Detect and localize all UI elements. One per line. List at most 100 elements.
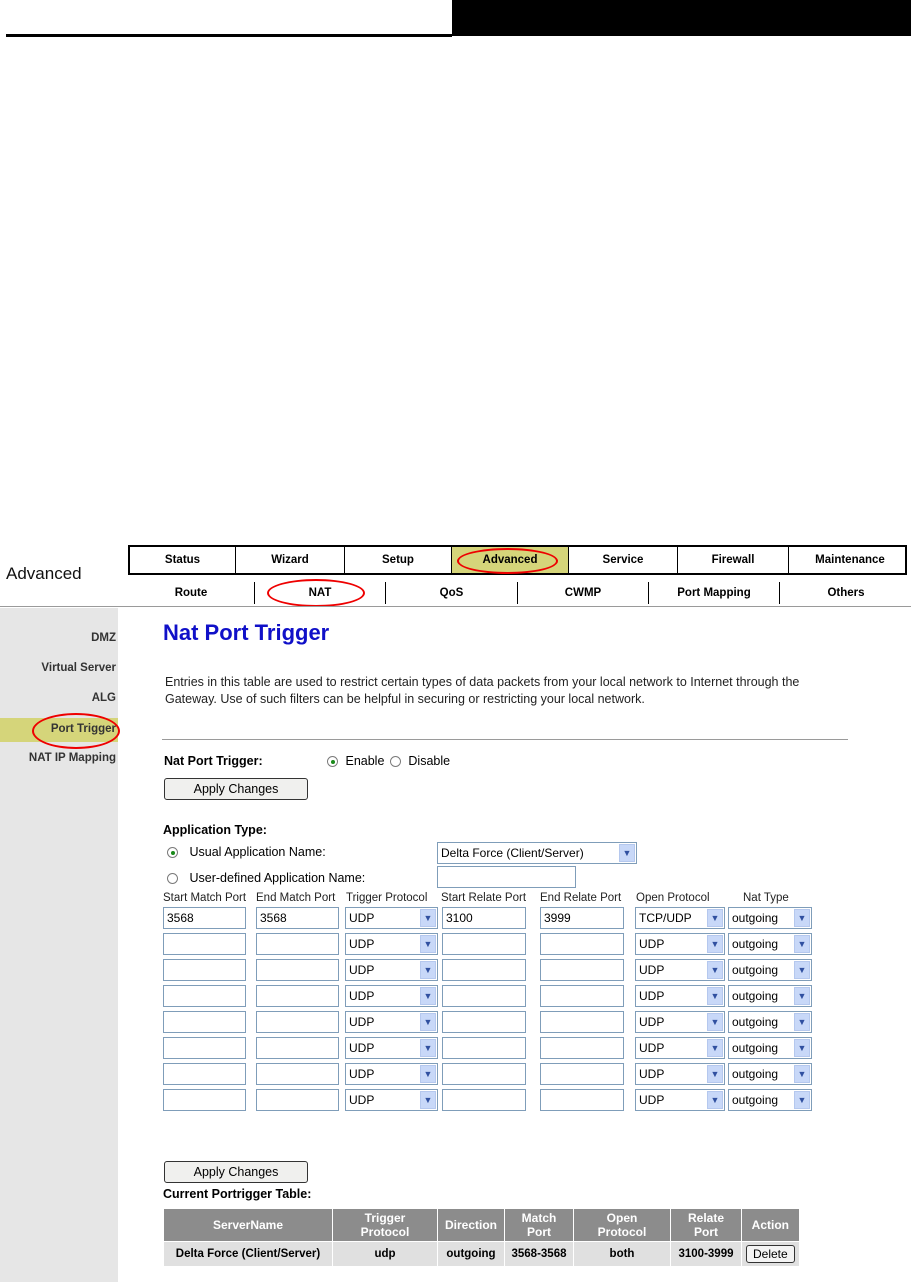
header-rule: [6, 34, 452, 37]
end-match-input[interactable]: [256, 959, 339, 981]
sidebar-item-port-trigger[interactable]: Port Trigger: [51, 723, 116, 735]
nat-type-select[interactable]: outgoing ▼: [728, 1037, 812, 1059]
end-relate-input[interactable]: [540, 1063, 624, 1085]
start-match-input[interactable]: [163, 933, 246, 955]
end-relate-input[interactable]: [540, 985, 624, 1007]
apply-changes-button[interactable]: Apply Changes: [164, 778, 308, 800]
start-relate-input[interactable]: [442, 933, 526, 955]
tab-service[interactable]: Service: [568, 547, 677, 573]
end-match-input[interactable]: [256, 1037, 339, 1059]
subtab-qos[interactable]: QoS: [385, 582, 517, 604]
cell-match: 3568-3568: [504, 1241, 574, 1267]
sidebar-item-alg[interactable]: ALG: [92, 692, 116, 704]
nat-type-select[interactable]: outgoing ▼: [728, 933, 812, 955]
chevron-down-icon: ▼: [707, 935, 723, 953]
open-protocol-select[interactable]: UDP ▼: [635, 1063, 725, 1085]
end-relate-input[interactable]: [540, 1011, 624, 1033]
subtab-route[interactable]: Route: [128, 582, 254, 604]
tab-setup[interactable]: Setup: [344, 547, 451, 573]
start-relate-input[interactable]: [442, 1037, 526, 1059]
open-protocol-select[interactable]: UDP ▼: [635, 933, 725, 955]
document-header: [0, 0, 911, 40]
trigger-protocol-select[interactable]: UDP ▼: [345, 1011, 438, 1033]
sidebar-item-dmz[interactable]: DMZ: [91, 632, 116, 644]
cell-direction: outgoing: [437, 1241, 505, 1267]
nat-type-select[interactable]: outgoing ▼: [728, 959, 812, 981]
usual-app-radio[interactable]: [167, 847, 178, 859]
start-match-input[interactable]: [163, 1011, 246, 1033]
chevron-down-icon: ▼: [420, 909, 436, 927]
start-relate-input[interactable]: [442, 985, 526, 1007]
trigger-protocol-select[interactable]: UDP ▼: [345, 1089, 438, 1111]
apply-changes-button-2[interactable]: Apply Changes: [164, 1161, 308, 1183]
open-protocol-select[interactable]: UDP ▼: [635, 1089, 725, 1111]
start-relate-input[interactable]: [442, 959, 526, 981]
open-protocol-select[interactable]: UDP ▼: [635, 1037, 725, 1059]
th-trigger-protocol: Trigger Protocol: [332, 1208, 438, 1242]
trigger-protocol-select[interactable]: UDP ▼: [345, 1063, 438, 1085]
sidebar: DMZ Virtual Server ALG Port Trigger NAT …: [0, 608, 120, 1282]
chevron-down-icon: ▼: [420, 961, 436, 979]
trigger-protocol-select[interactable]: UDP ▼: [345, 985, 438, 1007]
subtab-cwmp[interactable]: CWMP: [517, 582, 648, 604]
nat-type-select[interactable]: outgoing ▼: [728, 985, 812, 1007]
nat-type-select[interactable]: outgoing ▼: [728, 1089, 812, 1111]
user-app-radio[interactable]: [167, 873, 178, 885]
start-match-input[interactable]: [163, 1089, 246, 1111]
end-match-input[interactable]: [256, 1011, 339, 1033]
end-relate-input[interactable]: 3999: [540, 907, 624, 929]
end-relate-input[interactable]: [540, 959, 624, 981]
open-protocol-select[interactable]: TCP/UDP ▼: [635, 907, 725, 929]
nat-type-select[interactable]: outgoing ▼: [728, 1063, 812, 1085]
col-open-protocol: Open Protocol: [636, 892, 710, 904]
open-protocol-select[interactable]: UDP ▼: [635, 1011, 725, 1033]
start-match-input[interactable]: [163, 1037, 246, 1059]
tab-firewall[interactable]: Firewall: [677, 547, 788, 573]
end-match-input[interactable]: [256, 1089, 339, 1111]
tab-wizard[interactable]: Wizard: [235, 547, 344, 573]
start-match-input[interactable]: [163, 1063, 246, 1085]
usual-app-select[interactable]: Delta Force (Client/Server) ▼: [437, 842, 637, 864]
user-app-input[interactable]: [437, 866, 576, 888]
th-match-port: Match Port: [504, 1208, 574, 1242]
open-protocol-select[interactable]: UDP ▼: [635, 959, 725, 981]
end-match-input[interactable]: [256, 933, 339, 955]
end-match-input[interactable]: [256, 985, 339, 1007]
trigger-protocol-select[interactable]: UDP ▼: [345, 1037, 438, 1059]
end-relate-input[interactable]: [540, 1037, 624, 1059]
tab-advanced[interactable]: Advanced: [451, 547, 568, 574]
start-match-input[interactable]: [163, 959, 246, 981]
nat-type-select[interactable]: outgoing ▼: [728, 907, 812, 929]
subtab-nat[interactable]: NAT: [254, 579, 385, 607]
open-protocol-select[interactable]: UDP ▼: [635, 985, 725, 1007]
current-table-title: Current Portrigger Table:: [163, 1187, 312, 1201]
end-relate-input[interactable]: [540, 933, 624, 955]
enable-radio[interactable]: [327, 756, 338, 768]
subtab-others[interactable]: Others: [779, 582, 911, 604]
col-end-match: End Match Port: [256, 892, 336, 904]
start-match-input[interactable]: 3568: [163, 907, 246, 929]
sidebar-item-nat-ip-mapping[interactable]: NAT IP Mapping: [29, 752, 116, 764]
start-relate-input[interactable]: [442, 1063, 526, 1085]
delete-button[interactable]: Delete: [746, 1245, 795, 1263]
sidebar-item-virtual-server[interactable]: Virtual Server: [41, 662, 116, 674]
tab-status[interactable]: Status: [130, 547, 235, 573]
nat-type-select[interactable]: outgoing ▼: [728, 1011, 812, 1033]
trigger-protocol-select[interactable]: UDP ▼: [345, 933, 438, 955]
end-match-input[interactable]: 3568: [256, 907, 339, 929]
trigger-protocol-select[interactable]: UDP ▼: [345, 959, 438, 981]
start-match-input[interactable]: [163, 985, 246, 1007]
subtab-port-mapping[interactable]: Port Mapping: [648, 582, 779, 604]
start-relate-input[interactable]: [442, 1011, 526, 1033]
trigger-label: Nat Port Trigger:: [164, 754, 263, 768]
th-server-name: ServerName: [163, 1208, 333, 1242]
end-relate-input[interactable]: [540, 1089, 624, 1111]
start-relate-input[interactable]: 3100: [442, 907, 526, 929]
page-description: Entries in this table are used to restri…: [165, 675, 800, 706]
end-match-input[interactable]: [256, 1063, 339, 1085]
start-relate-input[interactable]: [442, 1089, 526, 1111]
trigger-protocol-select[interactable]: UDP ▼: [345, 907, 438, 929]
tab-maintenance[interactable]: Maintenance: [788, 547, 911, 573]
disable-radio[interactable]: [389, 756, 401, 768]
chevron-down-icon: ▼: [707, 1091, 723, 1109]
